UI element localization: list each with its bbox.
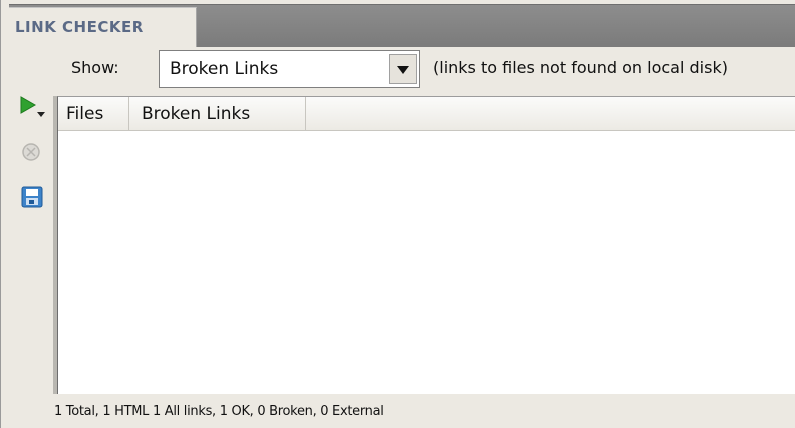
column-header-files[interactable]: Files <box>58 97 129 130</box>
column-header-label: Broken Links <box>142 104 251 124</box>
show-hint: (links to files not found on local disk) <box>433 58 728 77</box>
tab-link-checker[interactable]: LINK CHECKER <box>9 7 197 47</box>
panel-tab-bar: LINK CHECKER <box>9 4 795 47</box>
table-header: Files Broken Links <box>58 97 795 131</box>
save-report-button[interactable] <box>21 186 51 216</box>
save-report-icon <box>21 186 43 208</box>
show-label: Show: <box>71 58 119 77</box>
stop-button[interactable] <box>19 140 49 170</box>
chevron-down-icon[interactable] <box>389 54 417 84</box>
column-header-broken-links[interactable]: Broken Links <box>129 97 306 130</box>
status-summary: 1 Total, 1 HTML 1 All links, 1 OK, 0 Bro… <box>54 404 384 419</box>
run-check-button[interactable] <box>17 94 47 124</box>
tab-label: LINK CHECKER <box>15 18 144 36</box>
show-dropdown[interactable]: Broken Links <box>159 50 420 88</box>
link-checker-panel: LINK CHECKER Show: Broken Links (links t… <box>0 0 795 428</box>
side-toolbar <box>15 94 53 394</box>
status-bar: 1 Total, 1 HTML 1 All links, 1 OK, 0 Bro… <box>45 398 795 428</box>
run-check-icon <box>20 96 45 117</box>
results-table[interactable]: Files Broken Links <box>57 96 795 394</box>
column-header-label: Files <box>66 104 104 124</box>
show-dropdown-value: Broken Links <box>170 59 279 79</box>
stop-icon <box>22 143 40 161</box>
